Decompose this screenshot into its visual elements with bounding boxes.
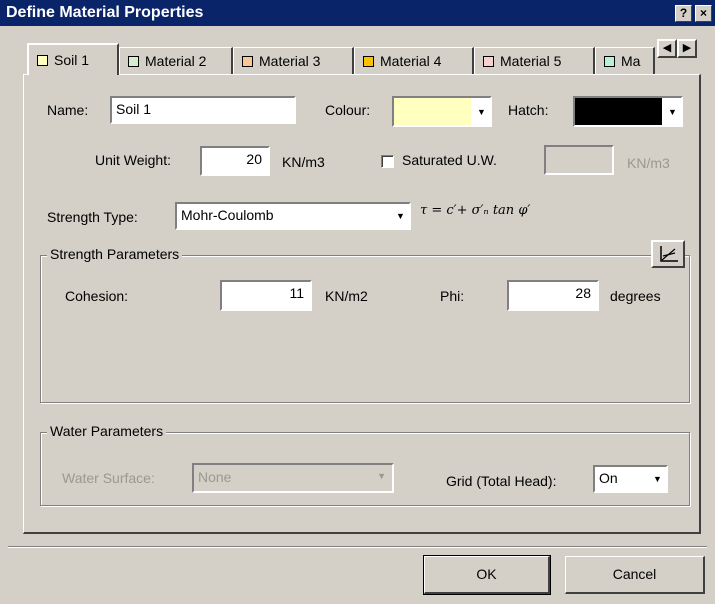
close-button[interactable]: × <box>695 5 712 22</box>
unit-weight-label: Unit Weight: <box>95 152 171 168</box>
graph-icon <box>660 246 678 262</box>
tab-label: Material 4 <box>380 53 442 69</box>
ok-button[interactable]: OK <box>423 555 551 595</box>
tab-material-3[interactable]: Material 3 <box>233 47 354 74</box>
tab-material-6[interactable]: Ma <box>595 47 655 74</box>
tab-soil-1[interactable]: Soil 1 <box>27 43 119 75</box>
cohesion-unit: KN/m2 <box>325 288 368 304</box>
chevron-down-icon[interactable]: ▼ <box>649 467 666 491</box>
chevron-down-icon[interactable]: ▼ <box>392 204 409 228</box>
tab-label: Ma <box>621 53 641 69</box>
phi-label: Phi: <box>440 288 465 304</box>
chevron-down-icon[interactable]: ▼ <box>473 98 490 125</box>
chevron-down-icon[interactable]: ▼ <box>664 98 681 125</box>
tab-material-4[interactable]: Material 4 <box>354 47 474 74</box>
phi-unit: degrees <box>610 288 661 304</box>
tab-scroll-right-button[interactable]: ▶ <box>677 39 697 58</box>
water-surface-label: Water Surface: <box>62 470 155 486</box>
name-label: Name: <box>47 102 89 118</box>
unit-weight-input[interactable]: 20 <box>200 146 270 176</box>
cohesion-label: Cohesion: <box>65 288 129 304</box>
tab-color-swatch <box>483 55 494 67</box>
grid-label: Grid (Total Head): <box>446 473 557 489</box>
tab-label: Material 2 <box>145 53 207 69</box>
water-parameters-legend: Water Parameters <box>47 423 167 439</box>
phi-input[interactable]: 28 <box>507 280 599 311</box>
saturated-uw-input[interactable] <box>544 145 614 175</box>
graph-button[interactable] <box>651 240 685 268</box>
name-input[interactable]: Soil 1 <box>110 96 296 124</box>
grid-dropdown[interactable]: On ▼ <box>593 465 668 493</box>
strength-parameters-legend: Strength Parameters <box>47 246 183 262</box>
saturated-uw-unit: KN/m3 <box>627 155 670 171</box>
strength-type-label: Strength Type: <box>47 209 138 225</box>
hatch-label: Hatch: <box>508 102 549 118</box>
strength-type-value: Mohr-Coulomb <box>181 207 274 223</box>
cancel-button[interactable]: Cancel <box>565 556 705 594</box>
divider <box>8 546 707 548</box>
strength-formula: τ = c′+ σ′ₙ tan φ′ <box>420 203 531 218</box>
saturated-uw-checkbox[interactable] <box>381 155 394 168</box>
saturated-uw-label: Saturated U.W. <box>402 152 497 168</box>
tab-color-swatch <box>604 55 615 67</box>
tab-label: Material 5 <box>500 53 562 69</box>
tab-color-swatch <box>37 54 48 66</box>
tab-label: Material 3 <box>259 53 321 69</box>
tab-color-swatch <box>363 55 374 67</box>
tab-material-2[interactable]: Material 2 <box>119 47 233 74</box>
cohesion-input[interactable]: 11 <box>220 280 312 311</box>
grid-value: On <box>599 470 618 486</box>
help-button[interactable]: ? <box>675 5 692 22</box>
colour-label: Colour: <box>325 102 371 118</box>
tab-color-swatch <box>242 55 253 67</box>
window-title: Define Material Properties <box>6 4 204 21</box>
water-surface-value: None <box>198 469 232 485</box>
unit-weight-unit: KN/m3 <box>282 154 325 170</box>
strength-type-dropdown[interactable]: Mohr-Coulomb ▼ <box>175 202 411 230</box>
water-surface-dropdown[interactable]: None ▼ <box>192 463 394 493</box>
tab-scroll-left-button[interactable]: ◀ <box>657 39 677 58</box>
colour-swatch <box>394 98 471 125</box>
title-bar: Define Material Properties ? × <box>0 0 715 26</box>
strength-parameters-group <box>40 255 690 403</box>
hatch-swatch <box>575 98 662 125</box>
hatch-picker[interactable]: ▼ <box>573 96 683 127</box>
colour-picker[interactable]: ▼ <box>392 96 492 127</box>
tab-material-5[interactable]: Material 5 <box>474 47 595 74</box>
tab-label: Soil 1 <box>54 52 90 68</box>
chevron-down-icon: ▼ <box>377 471 386 481</box>
tab-color-swatch <box>128 55 139 67</box>
